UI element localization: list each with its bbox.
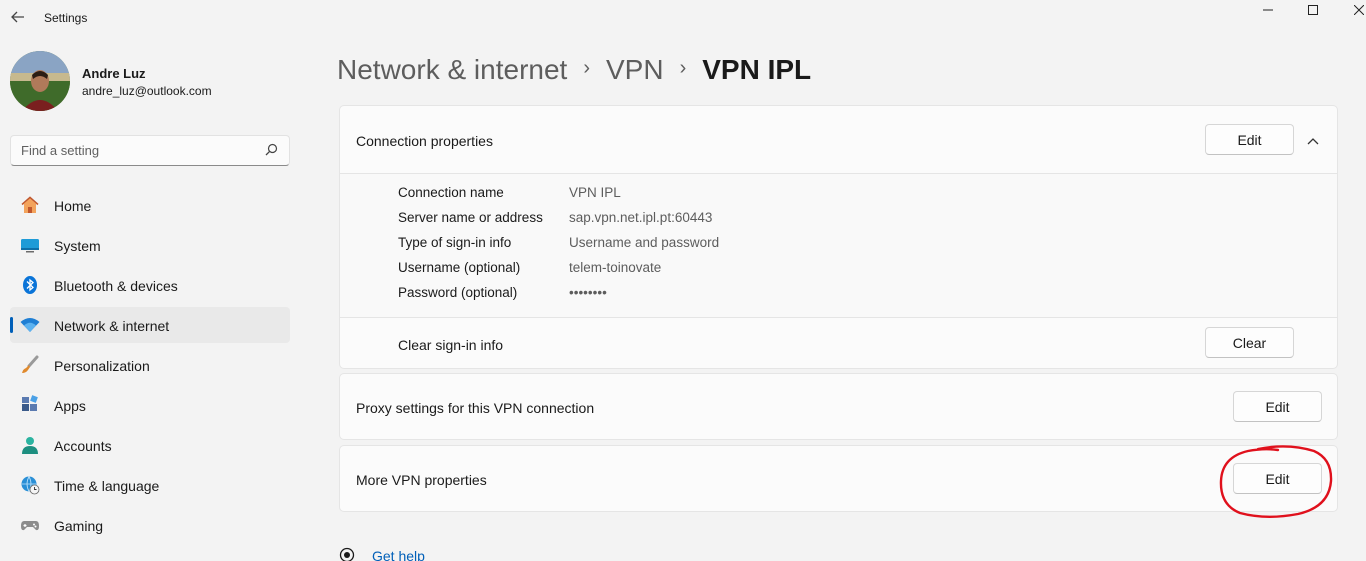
sidebar-item-accounts[interactable]: Accounts	[10, 427, 290, 463]
property-label: Username (optional)	[398, 260, 521, 275]
page-title: VPN IPL	[702, 54, 812, 85]
property-value: VPN IPL	[569, 185, 621, 200]
back-arrow-icon	[11, 11, 24, 23]
connection-properties-card: Connection properties Edit Connection na…	[339, 105, 1338, 369]
edit-more-vpn-button[interactable]: Edit	[1233, 463, 1322, 494]
connection-properties-header[interactable]: Connection properties Edit	[340, 106, 1337, 174]
close-button[interactable]	[1336, 0, 1366, 20]
sidebar-item-label: Home	[54, 198, 92, 214]
user-name: Andre Luz	[82, 66, 146, 81]
breadcrumb: Network & internet › VPN › VPN IPL	[337, 50, 811, 90]
property-label: Password (optional)	[398, 285, 518, 300]
title-bar: Settings	[0, 0, 1366, 36]
connection-properties-list: Connection name VPN IPL Server name or a…	[340, 174, 1337, 318]
sidebar-item-bluetooth[interactable]: Bluetooth & devices	[10, 267, 290, 303]
gamepad-icon	[20, 515, 40, 535]
sidebar-item-label: Network & internet	[54, 318, 170, 334]
sidebar-item-label: Time & language	[54, 478, 160, 494]
edit-connection-button[interactable]: Edit	[1205, 124, 1294, 155]
user-email: andre_luz@outlook.com	[82, 84, 212, 98]
property-value: telem-toinovate	[569, 260, 662, 275]
back-button[interactable]	[4, 4, 32, 30]
chevron-up-icon[interactable]	[1303, 131, 1323, 151]
clear-button[interactable]: Clear	[1205, 327, 1294, 358]
property-value: sap.vpn.net.ipl.pt:60443	[569, 210, 713, 225]
brush-icon	[20, 355, 40, 375]
sidebar-item-label: Bluetooth & devices	[54, 278, 178, 294]
property-label: Server name or address	[398, 210, 543, 225]
property-value: ••••••••	[569, 285, 607, 300]
sidebar-item-time-language[interactable]: Time & language	[10, 467, 290, 503]
wifi-icon	[20, 315, 40, 335]
more-vpn-properties-title: More VPN properties	[356, 472, 487, 488]
sidebar-item-network[interactable]: Network & internet	[10, 307, 290, 343]
sidebar-item-home[interactable]: Home	[10, 187, 290, 223]
user-photo	[10, 51, 70, 111]
minimize-button[interactable]	[1245, 0, 1291, 20]
bluetooth-icon	[20, 275, 40, 295]
sidebar-item-label: Accounts	[54, 438, 112, 454]
property-value: Username and password	[569, 235, 720, 250]
breadcrumb-vpn[interactable]: VPN	[606, 54, 664, 86]
system-icon	[20, 235, 40, 255]
accounts-icon	[20, 435, 40, 455]
sidebar-item-label: System	[54, 238, 101, 254]
sidebar-item-personalization[interactable]: Personalization	[10, 347, 290, 383]
proxy-settings-card: Proxy settings for this VPN connection E…	[339, 373, 1338, 440]
search-box[interactable]	[10, 135, 290, 166]
clear-sign-in-row: Clear sign-in info Clear	[340, 318, 1337, 368]
avatar[interactable]	[10, 51, 70, 111]
edit-proxy-button[interactable]: Edit	[1233, 391, 1322, 422]
sidebar-item-system[interactable]: System	[10, 227, 290, 263]
app-title: Settings	[44, 11, 88, 25]
get-help-label: Get help	[372, 548, 425, 561]
sidebar-item-label: Gaming	[54, 518, 104, 534]
sidebar-item-label: Apps	[54, 398, 86, 414]
chevron-right-icon: ›	[583, 56, 590, 79]
proxy-settings-title: Proxy settings for this VPN connection	[356, 400, 595, 416]
home-icon	[20, 195, 40, 215]
sidebar-item-apps[interactable]: Apps	[10, 387, 290, 423]
sidebar-nav: Home System Bluetooth & devices Network …	[10, 187, 290, 547]
minimize-icon	[1263, 9, 1273, 11]
clear-sign-in-label: Clear sign-in info	[398, 337, 504, 353]
sidebar-item-label: Personalization	[54, 358, 150, 374]
help-icon	[339, 547, 355, 561]
breadcrumb-network[interactable]: Network & internet	[337, 54, 567, 86]
chevron-right-icon: ›	[679, 56, 687, 79]
apps-icon	[20, 395, 40, 415]
sidebar-item-gaming[interactable]: Gaming	[10, 507, 290, 543]
connection-properties-title: Connection properties	[356, 133, 493, 149]
property-label: Connection name	[398, 185, 504, 200]
search-icon[interactable]	[263, 142, 279, 158]
globe-clock-icon	[20, 475, 40, 495]
maximize-icon	[1308, 5, 1318, 15]
more-vpn-properties-card: More VPN properties Edit	[339, 445, 1338, 512]
close-icon	[1354, 5, 1364, 15]
search-input[interactable]	[11, 136, 251, 165]
maximize-button[interactable]	[1290, 0, 1336, 20]
property-label: Type of sign-in info	[398, 235, 512, 250]
